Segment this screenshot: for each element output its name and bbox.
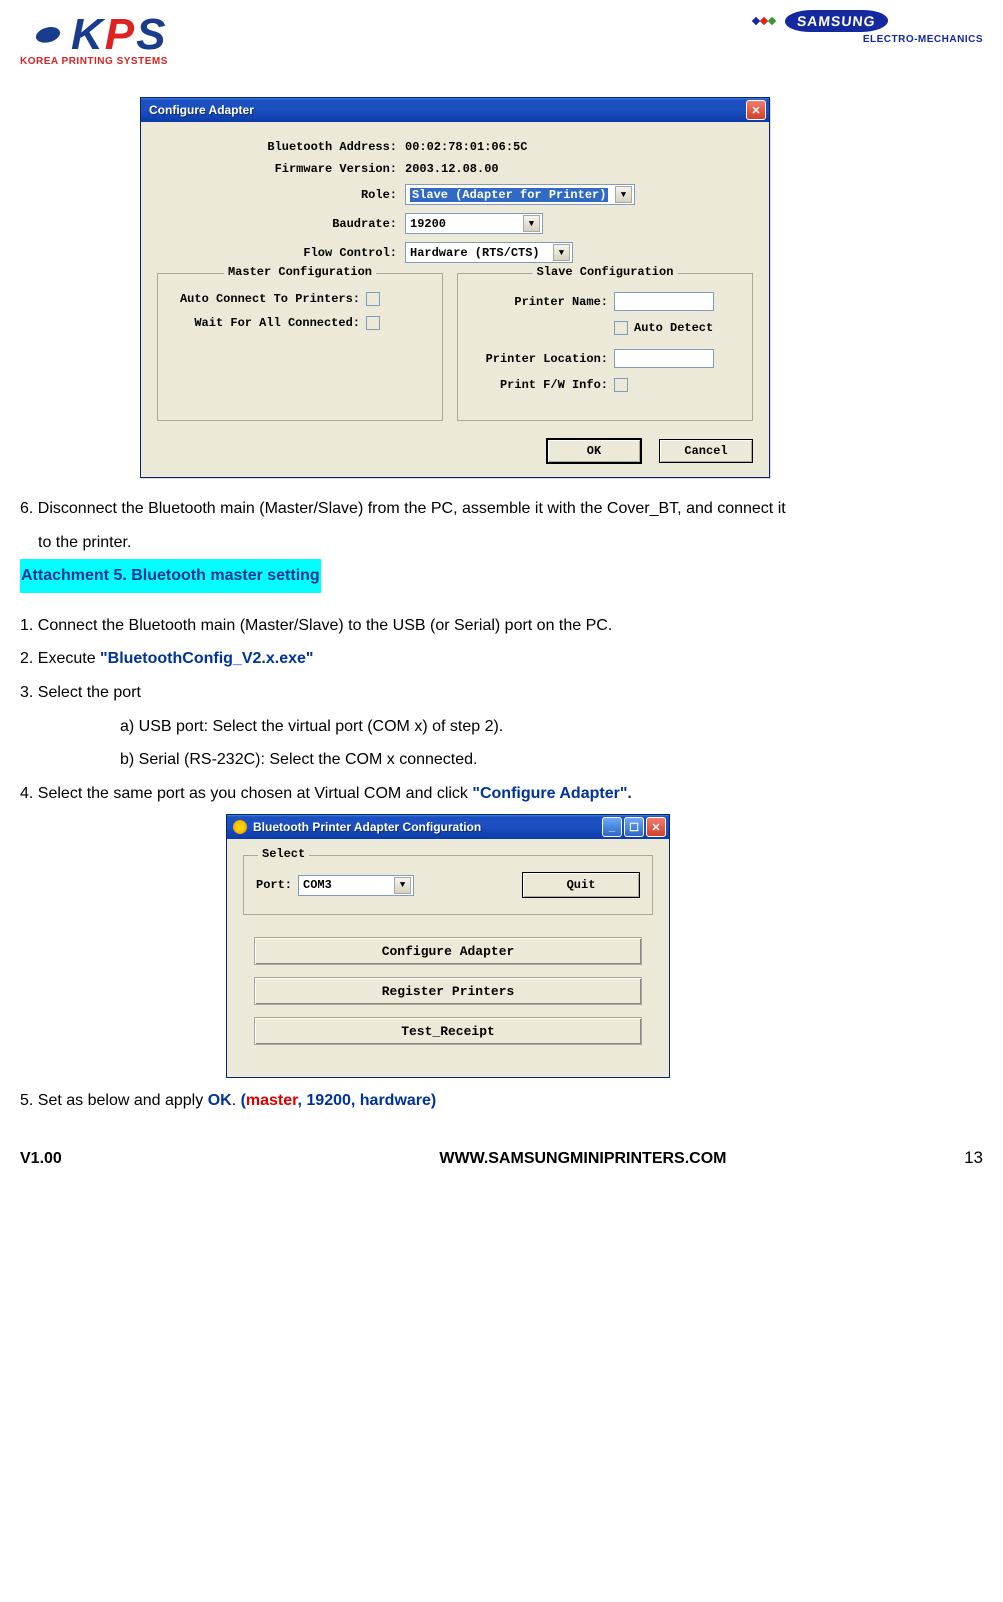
step-6-cont: to the printer. bbox=[20, 526, 983, 560]
document-body: 6. Disconnect the Bluetooth main (Master… bbox=[20, 492, 983, 810]
role-label: Role: bbox=[157, 188, 405, 202]
close-icon[interactable]: ✕ bbox=[646, 817, 666, 837]
step-6: 6. Disconnect the Bluetooth main (Master… bbox=[20, 492, 983, 526]
step-3: 3. Select the port bbox=[20, 676, 983, 710]
baudrate-select[interactable]: 19200 ▼ bbox=[405, 213, 543, 234]
flowcontrol-select-value: Hardware (RTS/CTS) bbox=[410, 246, 540, 260]
ok-button[interactable]: OK bbox=[547, 439, 641, 463]
exe-name: "BluetoothConfig_V2.x.exe" bbox=[100, 650, 313, 667]
bt-address-label: Bluetooth Address: bbox=[157, 140, 405, 154]
port-select[interactable]: COM3 ▼ bbox=[298, 875, 414, 896]
printer-location-label: Printer Location: bbox=[468, 352, 614, 366]
wait-all-label: Wait For All Connected: bbox=[168, 316, 366, 330]
role-select-value: Slave (Adapter for Printer) bbox=[410, 188, 608, 202]
firmware-value: 2003.12.08.00 bbox=[405, 162, 499, 176]
step-2: 2. Execute "BluetoothConfig_V2.x.exe" bbox=[20, 642, 983, 676]
step-3a: a) USB port: Select the virtual port (CO… bbox=[20, 710, 983, 744]
title-bar: Configure Adapter ✕ bbox=[141, 98, 769, 122]
step-4: 4. Select the same port as you chosen at… bbox=[20, 777, 983, 811]
flowcontrol-select[interactable]: Hardware (RTS/CTS) ▼ bbox=[405, 242, 573, 263]
select-legend: Select bbox=[258, 847, 309, 861]
test-receipt-button[interactable]: Test_Receipt bbox=[254, 1017, 642, 1045]
step-5: 5. Set as below and apply OK. (master, 1… bbox=[20, 1084, 983, 1118]
title-bar: Bluetooth Printer Adapter Configuration … bbox=[227, 815, 669, 839]
wait-all-checkbox[interactable] bbox=[366, 316, 380, 330]
chevron-down-icon: ▼ bbox=[394, 877, 411, 894]
flowcontrol-label: Flow Control: bbox=[157, 246, 405, 260]
window-title: Configure Adapter bbox=[149, 103, 254, 117]
samsung-wordmark: SAMSUNG bbox=[784, 10, 888, 32]
firmware-label: Firmware Version: bbox=[157, 162, 405, 176]
select-group: Select Port: COM3 ▼ Quit bbox=[243, 855, 653, 915]
ok-text: OK bbox=[208, 1092, 232, 1109]
auto-detect-checkbox[interactable] bbox=[614, 321, 628, 335]
version-label: V1.00 bbox=[20, 1150, 62, 1168]
page-header: KPS KOREA PRINTING SYSTEMS SAMSUNG ELECT… bbox=[20, 10, 983, 67]
app-icon bbox=[233, 820, 247, 834]
printer-name-input[interactable] bbox=[614, 292, 714, 311]
close-icon[interactable]: ✕ bbox=[746, 100, 766, 120]
bt-printer-adapter-window: Bluetooth Printer Adapter Configuration … bbox=[226, 814, 670, 1078]
port-label: Port: bbox=[256, 878, 292, 892]
auto-connect-checkbox[interactable] bbox=[366, 292, 380, 306]
chevron-down-icon: ▼ bbox=[615, 186, 632, 203]
quit-button[interactable]: Quit bbox=[522, 872, 640, 898]
maximize-icon[interactable]: ☐ bbox=[624, 817, 644, 837]
kps-logo: KPS KOREA PRINTING SYSTEMS bbox=[20, 10, 180, 67]
auto-connect-label: Auto Connect To Printers: bbox=[168, 292, 366, 306]
samsung-subtext: ELECTRO-MECHANICS bbox=[863, 34, 983, 45]
chevron-down-icon: ▼ bbox=[553, 244, 570, 261]
configure-adapter-button[interactable]: Configure Adapter bbox=[254, 937, 642, 965]
step-3b: b) Serial (RS-232C): Select the COM x co… bbox=[20, 743, 983, 777]
printer-name-label: Printer Name: bbox=[468, 295, 614, 309]
configure-adapter-window: Configure Adapter ✕ Bluetooth Address: 0… bbox=[140, 97, 770, 478]
samsung-logo: SAMSUNG ELECTRO-MECHANICS bbox=[753, 10, 983, 45]
configure-adapter-text: "Configure Adapter". bbox=[472, 785, 631, 802]
printer-location-input[interactable] bbox=[614, 349, 714, 368]
footer-url: WWW.SAMSUNGMINIPRINTERS.COM bbox=[439, 1150, 726, 1168]
window-title: Bluetooth Printer Adapter Configuration bbox=[253, 820, 481, 834]
kps-tagline: KOREA PRINTING SYSTEMS bbox=[20, 56, 180, 67]
master-text: master bbox=[246, 1092, 298, 1109]
minimize-icon[interactable]: _ bbox=[602, 817, 622, 837]
step-1: 1. Connect the Bluetooth main (Master/Sl… bbox=[20, 609, 983, 643]
slave-config-group: Slave Configuration Printer Name: Auto D… bbox=[457, 273, 753, 421]
baudrate-select-value: 19200 bbox=[410, 217, 446, 231]
auto-detect-label: Auto Detect bbox=[634, 321, 713, 335]
bt-address-value: 00:02:78:01:06:5C bbox=[405, 140, 527, 154]
chevron-down-icon: ▼ bbox=[523, 215, 540, 232]
cancel-button[interactable]: Cancel bbox=[659, 439, 753, 463]
role-select[interactable]: Slave (Adapter for Printer) ▼ bbox=[405, 184, 635, 205]
slave-config-legend: Slave Configuration bbox=[533, 265, 678, 279]
baudrate-label: Baudrate: bbox=[157, 217, 405, 231]
page-footer: V1.00 WWW.SAMSUNGMINIPRINTERS.COM 13 bbox=[20, 1148, 983, 1168]
port-select-value: COM3 bbox=[303, 878, 332, 892]
print-fwinfo-label: Print F/W Info: bbox=[468, 378, 614, 392]
attachment-heading: Attachment 5. Bluetooth master setting bbox=[20, 559, 321, 593]
master-config-group: Master Configuration Auto Connect To Pri… bbox=[157, 273, 443, 421]
print-fwinfo-checkbox[interactable] bbox=[614, 378, 628, 392]
master-config-legend: Master Configuration bbox=[224, 265, 376, 279]
register-printers-button[interactable]: Register Printers bbox=[254, 977, 642, 1005]
page-number: 13 bbox=[964, 1148, 983, 1168]
